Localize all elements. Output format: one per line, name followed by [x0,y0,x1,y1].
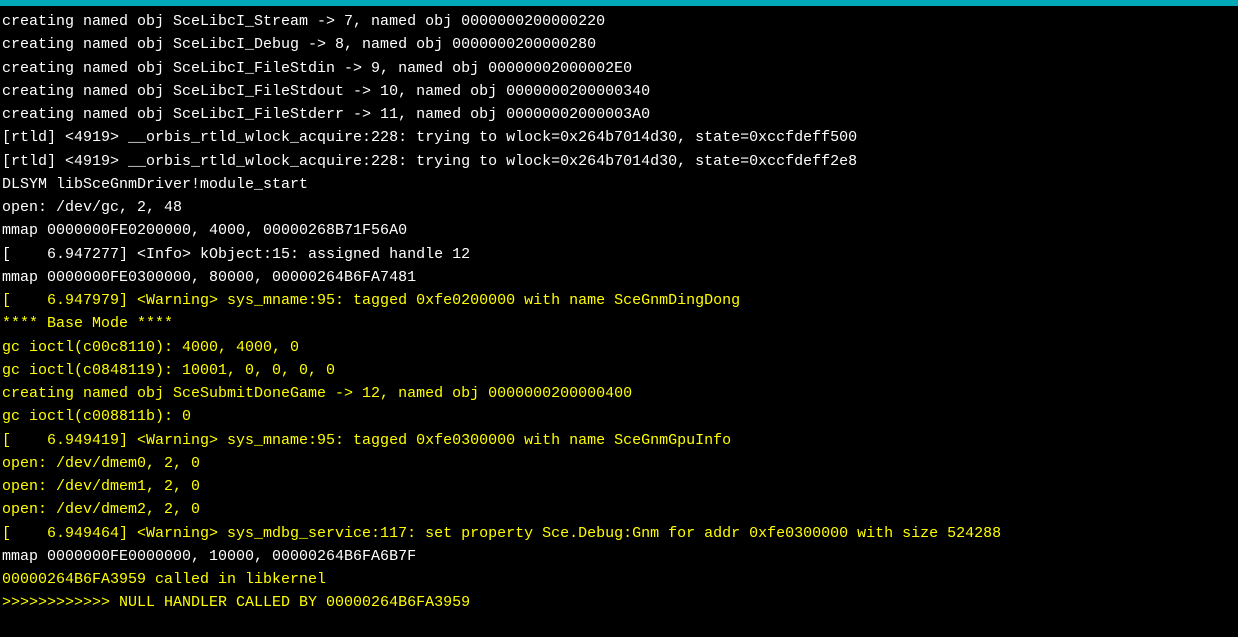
log-line: open: /dev/gc, 2, 48 [2,196,1238,219]
log-line: creating named obj SceLibcI_Stream -> 7,… [2,10,1238,33]
log-line: creating named obj SceLibcI_Debug -> 8, … [2,33,1238,56]
log-line: creating named obj SceLibcI_FileStderr -… [2,103,1238,126]
log-line: open: /dev/dmem0, 2, 0 [2,452,1238,475]
log-line: [rtld] <4919> __orbis_rtld_wlock_acquire… [2,126,1238,149]
log-line: [rtld] <4919> __orbis_rtld_wlock_acquire… [2,150,1238,173]
log-line: open: /dev/dmem2, 2, 0 [2,498,1238,521]
log-line: gc ioctl(c008811b): 0 [2,405,1238,428]
log-line: gc ioctl(c00c8110): 4000, 4000, 0 [2,336,1238,359]
log-line: >>>>>>>>>>>> NULL HANDLER CALLED BY 0000… [2,591,1238,614]
log-line: DLSYM libSceGnmDriver!module_start [2,173,1238,196]
log-line: creating named obj SceLibcI_FileStdin ->… [2,57,1238,80]
log-line: 00000264B6FA3959 called in libkernel [2,568,1238,591]
log-line: gc ioctl(c0848119): 10001, 0, 0, 0, 0 [2,359,1238,382]
terminal-output: creating named obj SceLibcI_Stream -> 7,… [0,6,1238,615]
log-line: creating named obj SceSubmitDoneGame -> … [2,382,1238,405]
log-line: mmap 0000000FE0200000, 4000, 00000268B71… [2,219,1238,242]
log-line: [ 6.949419] <Warning> sys_mname:95: tagg… [2,429,1238,452]
log-line: **** Base Mode **** [2,312,1238,335]
log-line: open: /dev/dmem1, 2, 0 [2,475,1238,498]
log-line: mmap 0000000FE0300000, 80000, 00000264B6… [2,266,1238,289]
log-line: [ 6.949464] <Warning> sys_mdbg_service:1… [2,522,1238,545]
log-line: creating named obj SceLibcI_FileStdout -… [2,80,1238,103]
log-line: [ 6.947979] <Warning> sys_mname:95: tagg… [2,289,1238,312]
log-line: mmap 0000000FE0000000, 10000, 00000264B6… [2,545,1238,568]
log-line: [ 6.947277] <Info> kObject:15: assigned … [2,243,1238,266]
